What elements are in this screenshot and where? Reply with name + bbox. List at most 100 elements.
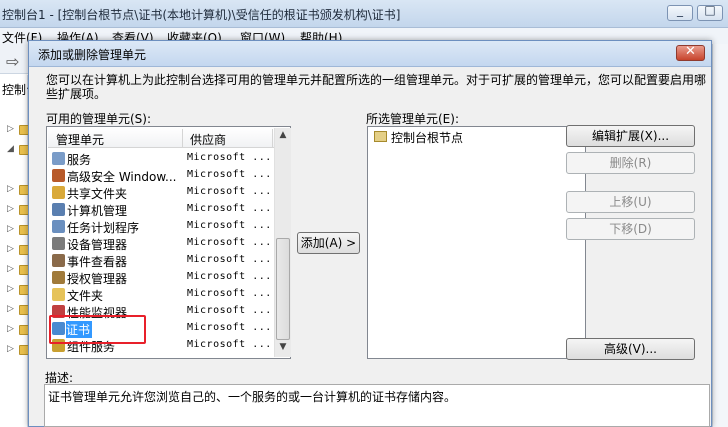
back-arrow-icon[interactable]: ⇨ [6, 52, 19, 71]
maximize-icon: □ [704, 3, 716, 17]
snapin-row[interactable]: 服务 Microsoft ... [50, 150, 274, 167]
snapin-vendor: Microsoft ... [187, 339, 272, 350]
snapin-row[interactable]: 共享文件夹 Microsoft ... [50, 184, 274, 201]
tree-node[interactable]: ▷ [7, 324, 29, 336]
expand-arrow-icon[interactable]: ▷ [7, 204, 14, 214]
selected-snapins-label: 所选管理单元(E): [366, 112, 459, 126]
expand-arrow-icon[interactable]: ▷ [7, 224, 14, 234]
remove-button[interactable]: 删除(R) [566, 152, 695, 174]
snapin-vendor: Microsoft ... [187, 237, 272, 248]
tree-node[interactable]: ◢ [7, 144, 29, 156]
computer-icon [52, 203, 65, 216]
shared-folder-icon [52, 186, 65, 199]
snapin-name: 服务 [67, 153, 92, 167]
expand-arrow-icon[interactable]: ▷ [7, 264, 14, 274]
snapin-vendor: Microsoft ... [187, 203, 272, 214]
tree-node[interactable]: ▷ [7, 224, 29, 236]
column-header-snapin[interactable]: 管理单元 [56, 131, 104, 148]
snapin-name: 计算机管理 [67, 204, 128, 218]
snapin-row[interactable]: 任务计划程序 Microsoft ... [50, 218, 274, 235]
column-header-vendor[interactable]: 供应商 [190, 131, 226, 148]
expand-arrow-icon[interactable]: ▷ [7, 184, 14, 194]
tree-node[interactable]: ▷ [7, 264, 29, 276]
dialog-title: 添加或删除管理单元 [38, 48, 147, 62]
expand-arrow-icon[interactable]: ▷ [7, 344, 14, 354]
description-text: 证书管理单元允许您浏览自己的、一个服务的或一台计算机的证书存储内容。 [48, 390, 457, 404]
expand-arrow-icon[interactable]: ▷ [7, 284, 14, 294]
selected-snapins-list[interactable]: 控制台根节点 [367, 126, 586, 359]
available-snapins-label: 可用的管理单元(S): [46, 112, 152, 126]
snapin-vendor: Microsoft ... [187, 305, 272, 316]
description-box: 证书管理单元允许您浏览自己的、一个服务的或一台计算机的证书存储内容。 [44, 384, 710, 427]
snapin-row[interactable]: 授权管理器 Microsoft ... [50, 269, 274, 286]
gear-icon [52, 152, 65, 165]
snapin-vendor: Microsoft ... [187, 254, 272, 265]
snapin-vendor: Microsoft ... [187, 152, 272, 163]
available-list-scrollbar[interactable]: ▲ ▼ [274, 128, 291, 357]
edit-extensions-button[interactable]: 编辑扩展(X)... [566, 125, 695, 147]
snapin-row[interactable]: 事件查看器 Microsoft ... [50, 252, 274, 269]
snapin-vendor: Microsoft ... [187, 186, 272, 197]
add-remove-snapins-dialog: 添加或删除管理单元 ✕ 您可以在计算机上为此控制台选择可用的管理单元并配置所选的… [28, 40, 712, 427]
snapin-name: 设备管理器 [67, 238, 128, 252]
snapin-vendor: Microsoft ... [187, 169, 272, 180]
tree-node[interactable]: ▷ [7, 284, 29, 296]
snapin-row[interactable]: 高级安全 Window... Microsoft ... [50, 167, 274, 184]
expand-arrow-icon[interactable]: ▷ [7, 304, 14, 314]
move-down-button[interactable]: 下移(D) [566, 218, 695, 240]
dialog-intro-text: 您可以在计算机上为此控制台选择可用的管理单元并配置所选的一组管理单元。对于可扩展… [46, 73, 707, 101]
snapin-vendor: Microsoft ... [187, 220, 272, 231]
main-window-title: 控制台1 - [控制台根节点\证书(本地计算机)\受信任的根证书颁发机构\证书] [2, 8, 401, 22]
minimize-icon: _ [677, 3, 683, 17]
expand-arrow-icon[interactable]: ▷ [7, 244, 14, 254]
list-column-header: 管理单元 供应商 [48, 128, 274, 148]
scroll-up-button[interactable]: ▲ [275, 128, 291, 145]
scroll-thumb[interactable] [276, 238, 290, 340]
tree-node[interactable]: ▷ [7, 304, 29, 316]
selected-item-label: 控制台根节点 [391, 131, 464, 145]
event-log-icon [52, 254, 65, 267]
scroll-down-button[interactable]: ▼ [275, 340, 291, 357]
tree-node[interactable]: ▷ [7, 204, 29, 216]
snapin-name: 高级安全 Window... [67, 170, 177, 184]
snapin-row[interactable]: 设备管理器 Microsoft ... [50, 235, 274, 252]
snapin-name: 文件夹 [67, 289, 104, 303]
expand-arrow-icon[interactable]: ▷ [7, 324, 14, 334]
collapse-arrow-icon[interactable]: ◢ [7, 144, 14, 154]
dialog-titlebar[interactable]: 添加或删除管理单元 ✕ [29, 41, 711, 67]
move-up-button[interactable]: 上移(U) [566, 191, 695, 213]
firewall-icon [52, 169, 65, 182]
folder-icon [52, 288, 65, 301]
dialog-close-button[interactable]: ✕ [676, 44, 705, 61]
tree-node[interactable]: ▷ [7, 244, 29, 256]
scroll-down-icon: ▼ [279, 342, 287, 352]
snapin-vendor: Microsoft ... [187, 322, 272, 333]
column-separator[interactable] [182, 129, 183, 147]
scroll-up-icon: ▲ [279, 130, 287, 140]
snapin-vendor: Microsoft ... [187, 271, 272, 282]
maximize-button[interactable]: □ [697, 3, 723, 21]
action-pane-edge [712, 44, 728, 427]
snapin-name: 事件查看器 [67, 255, 128, 269]
minimize-button[interactable]: _ [667, 3, 693, 21]
device-icon [52, 237, 65, 250]
expand-arrow-icon[interactable]: ▷ [7, 124, 14, 134]
main-window-titlebar[interactable]: 控制台1 - [控制台根节点\证书(本地计算机)\受信任的根证书颁发机构\证书]… [0, 0, 728, 28]
close-icon: ✕ [685, 44, 696, 59]
snapin-vendor: Microsoft ... [187, 288, 272, 299]
add-snapin-button[interactable]: 添加(A) > [297, 232, 360, 254]
tree-node[interactable]: ▷ [7, 184, 29, 196]
snapin-name: 任务计划程序 [67, 221, 140, 235]
authorization-icon [52, 271, 65, 284]
snapin-row[interactable]: 文件夹 Microsoft ... [50, 286, 274, 303]
tree-node[interactable]: ▷ [7, 124, 29, 136]
advanced-button[interactable]: 高级(V)... [566, 338, 695, 360]
tree-node[interactable]: ▷ [7, 344, 29, 356]
console-root-label[interactable]: 控制台 [2, 81, 28, 98]
snapin-row[interactable]: 计算机管理 Microsoft ... [50, 201, 274, 218]
snapin-name: 授权管理器 [67, 272, 128, 286]
column-separator[interactable] [272, 129, 273, 147]
highlight-annotation [49, 315, 146, 344]
clock-icon [52, 220, 65, 233]
folder-icon [374, 131, 387, 142]
